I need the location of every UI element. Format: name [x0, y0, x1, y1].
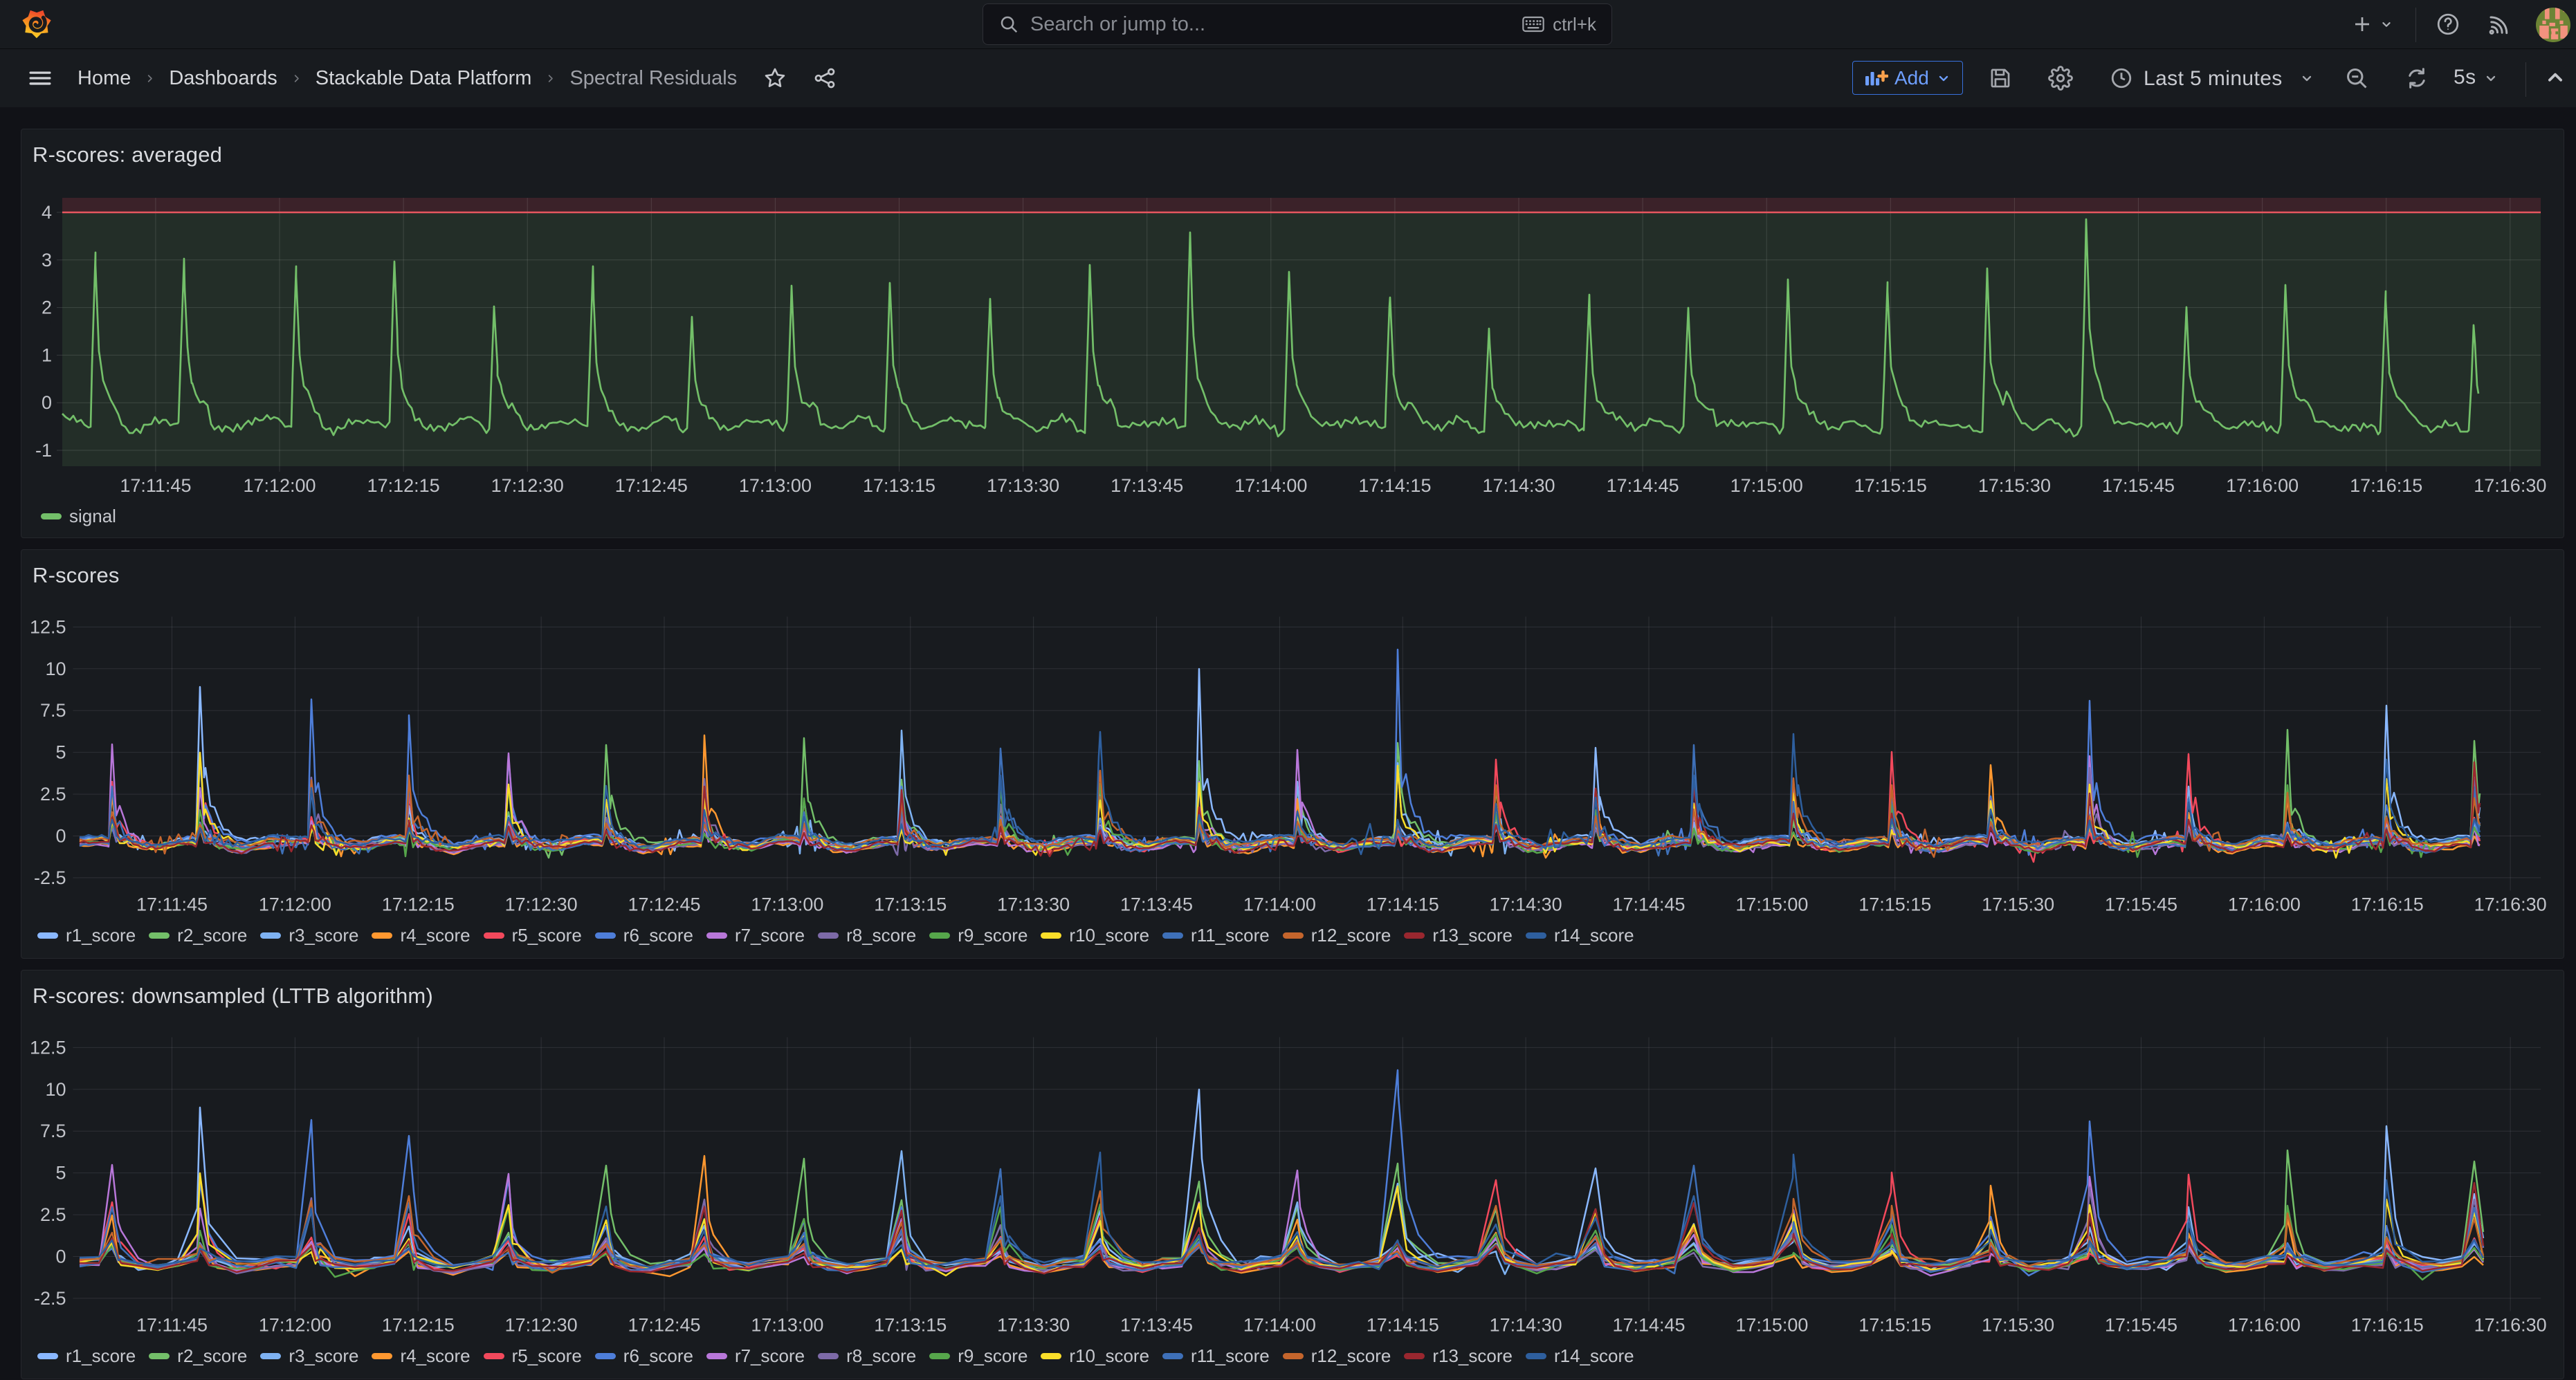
svg-text:17:12:15: 17:12:15 [382, 1315, 455, 1336]
svg-text:17:16:30: 17:16:30 [2474, 894, 2547, 915]
svg-text:17:13:45: 17:13:45 [1111, 475, 1183, 496]
svg-text:12.5: 12.5 [30, 616, 66, 637]
svg-text:12.5: 12.5 [30, 1037, 66, 1058]
svg-text:17:12:00: 17:12:00 [259, 894, 331, 915]
svg-text:17:11:45: 17:11:45 [136, 1315, 208, 1336]
svg-text:17:14:30: 17:14:30 [1490, 1315, 1562, 1336]
svg-text:17:12:00: 17:12:00 [259, 1315, 331, 1336]
svg-text:17:13:15: 17:13:15 [874, 894, 947, 915]
svg-text:17:16:30: 17:16:30 [2474, 475, 2546, 496]
svg-text:17:15:15: 17:15:15 [1858, 1315, 1931, 1336]
svg-text:17:13:15: 17:13:15 [874, 1315, 947, 1336]
svg-text:17:12:15: 17:12:15 [382, 894, 455, 915]
svg-text:-1: -1 [35, 440, 52, 461]
svg-text:17:13:30: 17:13:30 [987, 475, 1059, 496]
svg-text:-2.5: -2.5 [34, 867, 66, 888]
svg-text:17:14:00: 17:14:00 [1243, 894, 1316, 915]
svg-text:17:13:00: 17:13:00 [751, 894, 823, 915]
svg-text:17:14:15: 17:14:15 [1358, 475, 1431, 496]
svg-text:17:15:30: 17:15:30 [1982, 894, 2054, 915]
svg-text:17:16:15: 17:16:15 [2350, 475, 2422, 496]
svg-text:17:14:15: 17:14:15 [1367, 894, 1439, 915]
svg-text:17:12:00: 17:12:00 [243, 475, 316, 496]
svg-text:17:13:15: 17:13:15 [863, 475, 935, 496]
svg-text:17:14:30: 17:14:30 [1482, 475, 1555, 496]
svg-text:17:16:15: 17:16:15 [2351, 1315, 2424, 1336]
svg-text:17:14:45: 17:14:45 [1612, 1315, 1685, 1336]
svg-text:17:15:00: 17:15:00 [1735, 1315, 1808, 1336]
svg-text:17:15:45: 17:15:45 [2105, 1315, 2177, 1336]
svg-text:-2.5: -2.5 [34, 1288, 66, 1309]
svg-text:17:16:00: 17:16:00 [2228, 894, 2301, 915]
svg-text:17:12:45: 17:12:45 [628, 1315, 700, 1336]
svg-text:17:12:45: 17:12:45 [628, 894, 700, 915]
svg-text:2.5: 2.5 [40, 1204, 66, 1225]
svg-text:17:14:00: 17:14:00 [1234, 475, 1307, 496]
svg-text:17:15:00: 17:15:00 [1730, 475, 1803, 496]
svg-text:17:14:15: 17:14:15 [1367, 1315, 1439, 1336]
svg-text:17:12:15: 17:12:15 [367, 475, 440, 496]
svg-text:17:15:45: 17:15:45 [2105, 894, 2177, 915]
svg-text:17:14:45: 17:14:45 [1607, 475, 1679, 496]
svg-text:17:16:15: 17:16:15 [2351, 894, 2424, 915]
svg-text:0: 0 [55, 1246, 66, 1267]
svg-text:17:11:45: 17:11:45 [120, 475, 191, 496]
svg-text:4: 4 [42, 202, 52, 223]
svg-text:5: 5 [55, 742, 66, 763]
svg-text:0: 0 [42, 392, 52, 413]
svg-text:17:12:45: 17:12:45 [615, 475, 688, 496]
svg-text:17:15:30: 17:15:30 [1978, 475, 2051, 496]
svg-text:0: 0 [55, 826, 66, 847]
svg-text:17:12:30: 17:12:30 [491, 475, 564, 496]
svg-text:17:13:30: 17:13:30 [997, 1315, 1070, 1336]
svg-text:3: 3 [42, 250, 52, 270]
svg-text:17:14:30: 17:14:30 [1490, 894, 1562, 915]
svg-text:17:12:30: 17:12:30 [505, 1315, 578, 1336]
svg-text:17:13:00: 17:13:00 [739, 475, 812, 496]
svg-text:7.5: 7.5 [40, 700, 66, 721]
svg-text:2.5: 2.5 [40, 784, 66, 804]
svg-text:10: 10 [45, 659, 66, 679]
svg-text:17:13:00: 17:13:00 [751, 1315, 823, 1336]
svg-text:17:13:45: 17:13:45 [1120, 894, 1193, 915]
svg-text:17:15:15: 17:15:15 [1854, 475, 1927, 496]
svg-text:17:14:00: 17:14:00 [1243, 1315, 1316, 1336]
svg-text:17:14:45: 17:14:45 [1612, 894, 1685, 915]
svg-text:17:13:45: 17:13:45 [1120, 1315, 1193, 1336]
svg-text:17:16:00: 17:16:00 [2226, 475, 2299, 496]
svg-text:17:15:45: 17:15:45 [2102, 475, 2175, 496]
svg-text:10: 10 [45, 1079, 66, 1100]
svg-text:1: 1 [42, 344, 52, 365]
svg-text:7.5: 7.5 [40, 1121, 66, 1141]
svg-text:17:16:00: 17:16:00 [2228, 1315, 2301, 1336]
svg-text:17:16:30: 17:16:30 [2474, 1315, 2547, 1336]
svg-text:17:12:30: 17:12:30 [505, 894, 578, 915]
svg-text:17:15:30: 17:15:30 [1982, 1315, 2054, 1336]
svg-text:17:11:45: 17:11:45 [136, 894, 208, 915]
svg-text:5: 5 [55, 1163, 66, 1184]
svg-text:17:15:00: 17:15:00 [1735, 894, 1808, 915]
svg-text:17:13:30: 17:13:30 [997, 894, 1070, 915]
svg-text:17:15:15: 17:15:15 [1858, 894, 1931, 915]
svg-text:2: 2 [42, 297, 52, 318]
